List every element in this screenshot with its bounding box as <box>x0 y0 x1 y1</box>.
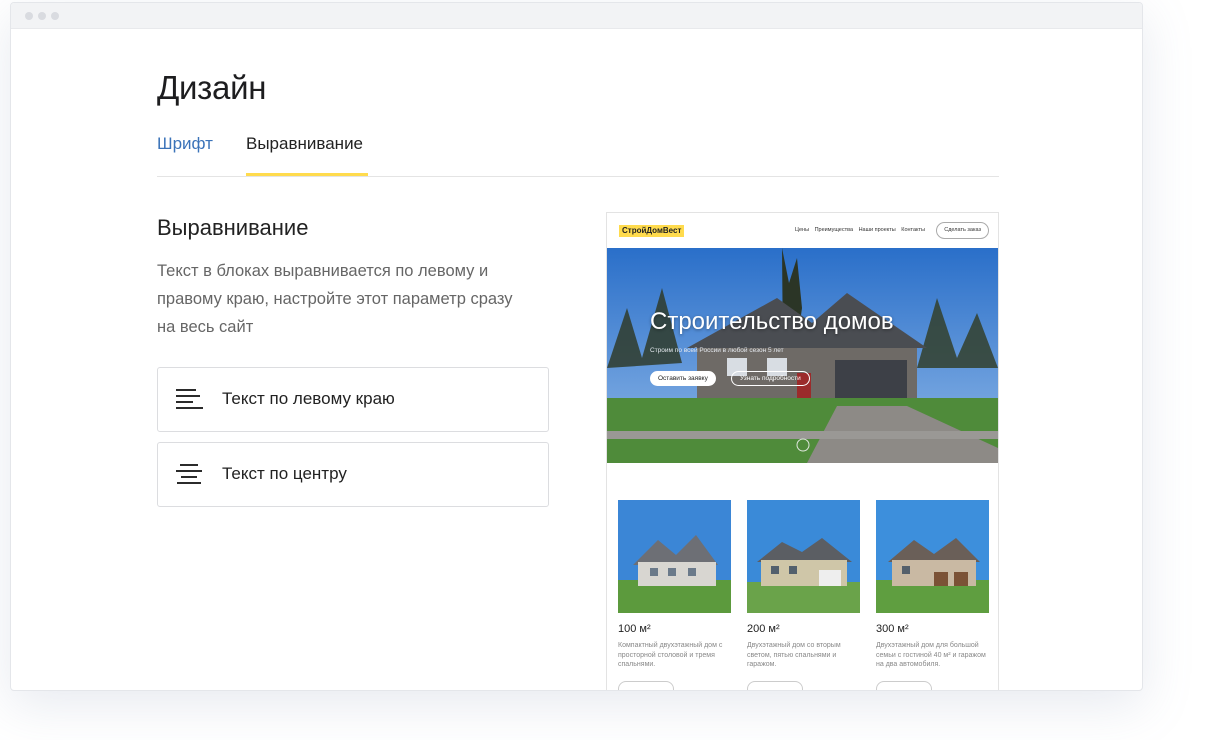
hero-house-image <box>607 248 998 463</box>
page-title: Дизайн <box>157 69 267 106</box>
preview-menu: Цены Преимущества Наши проекты Контакты <box>791 227 925 233</box>
preview-menu-item: Преимущества <box>814 227 854 233</box>
tab-font[interactable]: Шрифт <box>157 134 213 154</box>
active-tab-indicator <box>246 173 368 176</box>
preview-details-button: Узнать подробности <box>731 371 810 386</box>
window-control-icon[interactable] <box>38 12 46 20</box>
card-area: 200 м² <box>747 623 780 635</box>
card-button <box>618 680 674 690</box>
preview-menu-item: Цены <box>794 227 810 233</box>
align-left-option[interactable]: Текст по левому краю <box>157 367 549 432</box>
card-area: 300 м² <box>876 623 909 635</box>
align-center-label: Текст по центру <box>222 464 347 483</box>
house-photo <box>618 500 731 613</box>
preview-logo: СтройДомВест <box>619 225 685 237</box>
card-button <box>747 680 803 690</box>
preview-card: 100 м² Компактный двухэтажный дом с прос… <box>618 500 731 690</box>
window-control-icon[interactable] <box>25 12 33 20</box>
tab-bar: Шрифт Выравнивание <box>157 131 999 177</box>
browser-window: Дизайн Шрифт Выравнивание Выравнивание Т… <box>10 2 1143 691</box>
align-left-icon <box>176 389 204 409</box>
preview-navbar: СтройДомВест Цены Преимущества Наши прое… <box>607 213 998 248</box>
preview-request-button: Оставить заявку <box>650 371 716 386</box>
preview-hero-subtitle: Строим по всей России в любой сезон 5 ле… <box>650 347 784 354</box>
card-description: Двухэтажный дом для большой семьи с гост… <box>876 642 986 669</box>
preview-hero: Строительство домов Строим по всей Росси… <box>607 248 998 463</box>
preview-order-button: Сделать заказ <box>936 222 989 239</box>
card-button <box>876 680 932 690</box>
house-photo <box>876 500 989 613</box>
align-center-option[interactable]: Текст по центру <box>157 442 549 507</box>
site-preview: СтройДомВест Цены Преимущества Наши прое… <box>606 212 999 690</box>
house-photo <box>747 500 860 613</box>
section-description: Текст в блоках выравнивается по левому и… <box>157 262 513 336</box>
preview-menu-item: Контакты <box>901 227 925 233</box>
window-control-icon[interactable] <box>51 12 59 20</box>
preview-menu-item: Наши проекты <box>858 227 896 233</box>
section-title: Выравнивание <box>157 215 309 240</box>
card-area: 100 м² <box>618 623 651 635</box>
tab-alignment[interactable]: Выравнивание <box>246 134 363 154</box>
preview-card: 200 м² Двухэтажный дом со вторым светом,… <box>747 500 860 690</box>
preview-card: 300 м² Двухэтажный дом для большой семьи… <box>876 500 989 690</box>
preview-hero-title: Строительство домов <box>650 308 894 335</box>
align-center-icon <box>176 464 204 484</box>
card-description: Компактный двухэтажный дом с просторной … <box>618 642 723 669</box>
align-left-label: Текст по левому краю <box>222 389 395 408</box>
window-titlebar <box>11 3 1142 29</box>
card-description: Двухэтажный дом со вторым светом, пятью … <box>747 642 841 669</box>
